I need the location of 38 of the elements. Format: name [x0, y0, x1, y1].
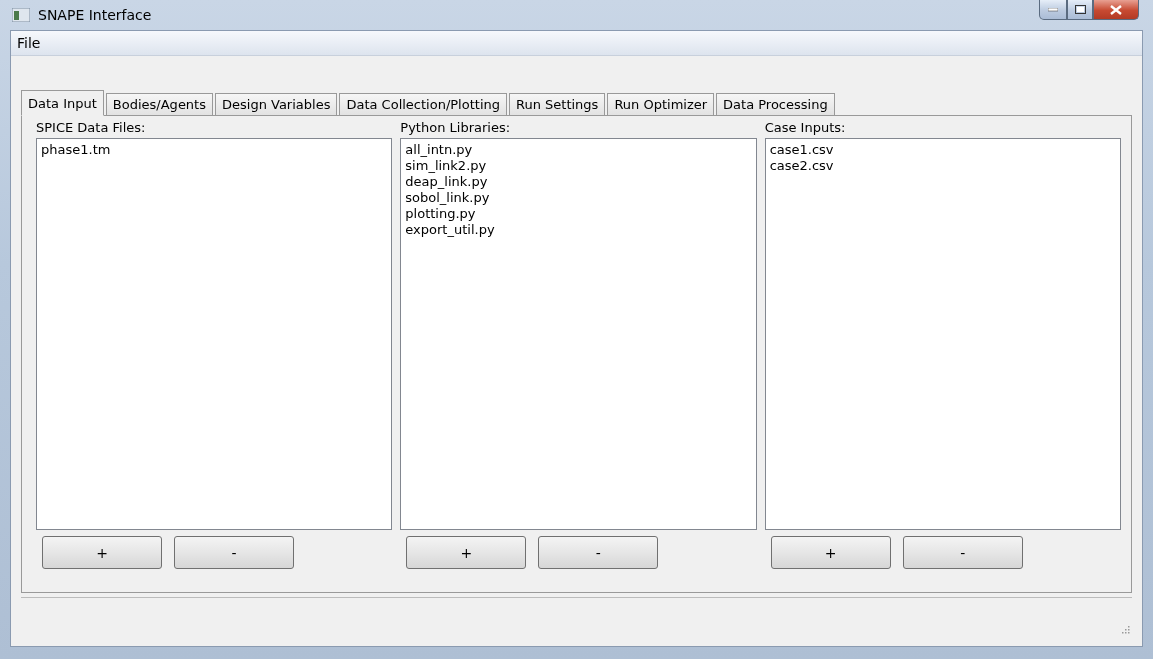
list-item[interactable]: sobol_link.py — [405, 190, 752, 206]
tab[interactable]: Run Settings — [509, 93, 606, 116]
add-button[interactable]: + — [770, 536, 891, 569]
remove-button[interactable]: - — [538, 536, 659, 569]
remove-button[interactable]: - — [902, 536, 1023, 569]
close-icon — [1110, 4, 1122, 15]
file-list[interactable]: all_intn.py sim_link2.py deap_link.py sobol_link.py plotting.py export_util.py — [400, 138, 757, 530]
list-item[interactable]: export_util.py — [405, 222, 752, 238]
list-item[interactable]: sim_link2.py — [405, 158, 752, 174]
file-list[interactable]: case1.csv case2.csv — [764, 138, 1121, 530]
tab[interactable]: Run Optimizer — [607, 93, 715, 116]
tab[interactable]: Data Collection/Plotting — [339, 93, 507, 116]
add-button[interactable]: + — [406, 536, 527, 569]
remove-button[interactable]: - — [174, 536, 294, 569]
tab[interactable]: Design Variables — [215, 93, 338, 116]
list-label: SPICE Data Files: — [36, 120, 147, 137]
tab[interactable]: Bodies/Agents — [105, 93, 213, 116]
maximize-button[interactable] — [1067, 0, 1093, 20]
maximize-icon — [1074, 5, 1086, 14]
menu-item[interactable]: File — [11, 35, 47, 51]
list-item[interactable]: all_intn.py — [405, 142, 752, 158]
list-item[interactable]: phase1.tm — [41, 142, 388, 158]
list-label: Case Inputs: — [764, 120, 847, 137]
window-title: SNAPE Interface — [38, 7, 153, 23]
app-icon — [12, 8, 30, 22]
tab[interactable]: Data Input — [21, 90, 104, 116]
list-item[interactable]: case1.csv — [769, 142, 1116, 158]
list-item[interactable]: case2.csv — [769, 158, 1116, 174]
minimize-icon — [1048, 7, 1058, 12]
add-button[interactable]: + — [42, 536, 162, 569]
resize-grip-icon[interactable] — [1120, 624, 1130, 634]
tab[interactable]: Data Processing — [716, 93, 835, 116]
list-label: Python Libraries: — [400, 120, 512, 137]
minimize-button[interactable] — [1039, 0, 1067, 20]
list-item[interactable]: plotting.py — [405, 206, 752, 222]
list-item[interactable]: deap_link.py — [405, 174, 752, 190]
close-button[interactable] — [1093, 0, 1139, 20]
file-list[interactable]: phase1.tm — [36, 138, 393, 530]
